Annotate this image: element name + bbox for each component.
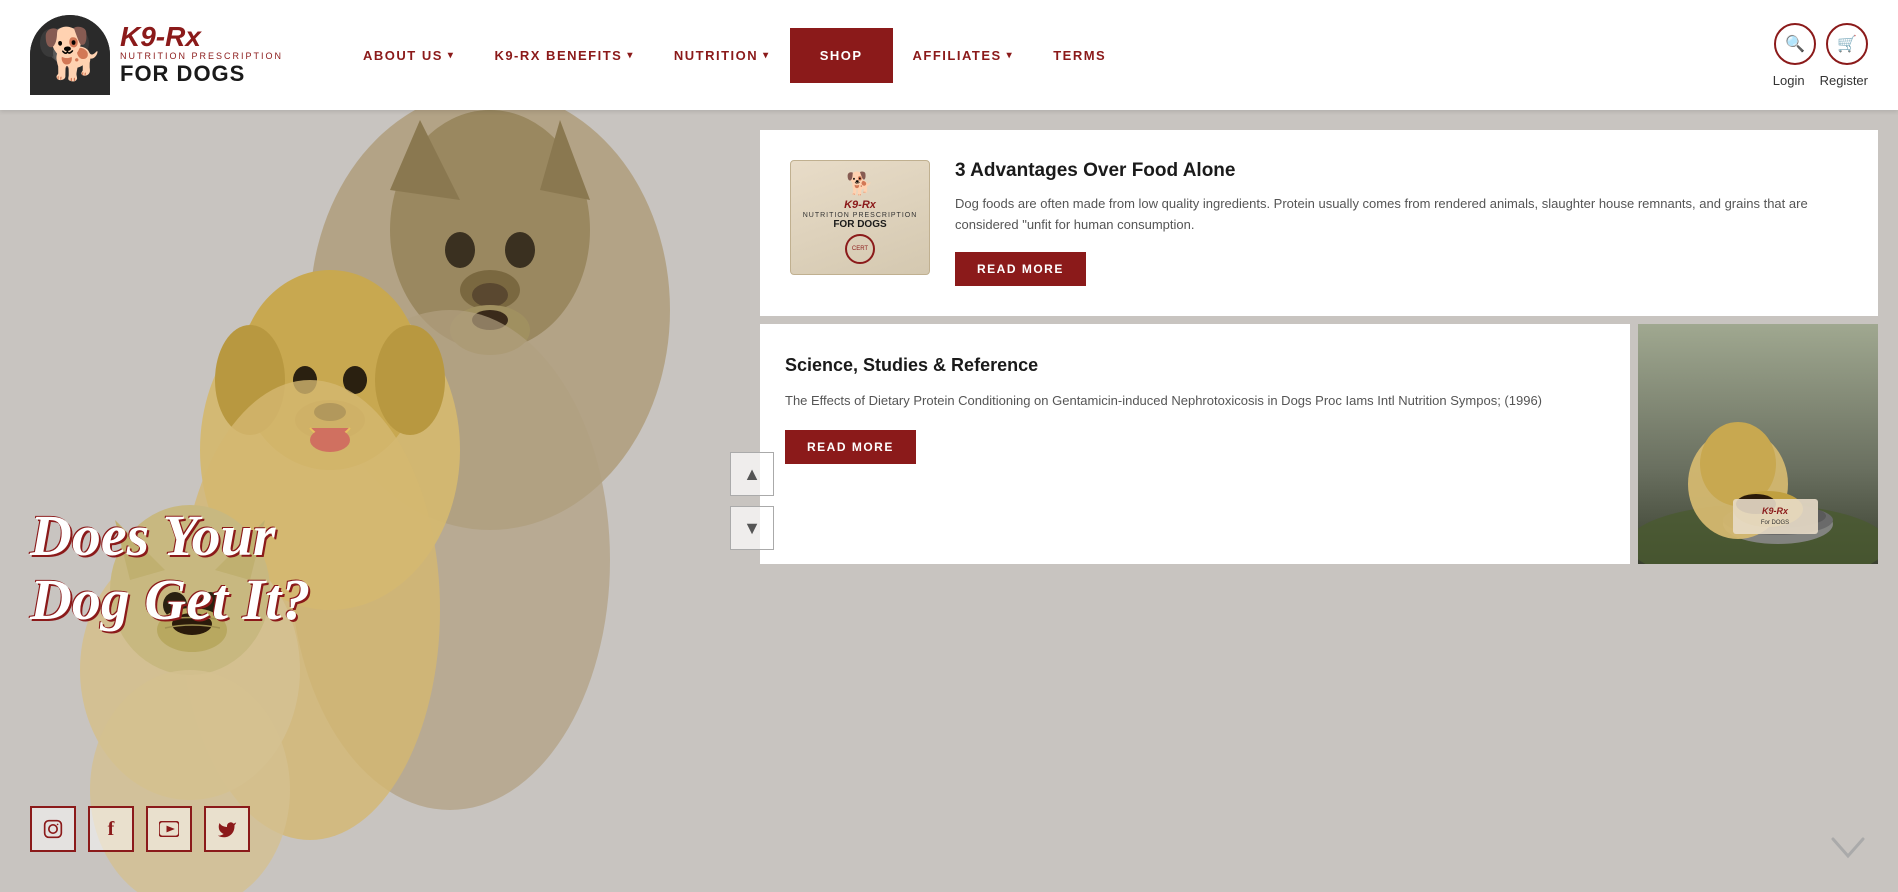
header-right: 🔍 🛒 Login Register — [1773, 23, 1868, 88]
auth-links: Login Register — [1773, 73, 1868, 88]
site-header: K9-Rx NUTRITION PRESCRIPTION FOR DOGS AB… — [0, 0, 1898, 110]
cart-icon: 🛒 — [1837, 34, 1857, 54]
register-link[interactable]: Register — [1820, 73, 1868, 88]
card-studies-title: Science, Studies & Reference — [785, 354, 1605, 377]
card-advantages-read-more[interactable]: READ MORE — [955, 252, 1086, 286]
hero-headline: Does Your Dog Get It? — [30, 504, 310, 632]
login-link[interactable]: Login — [1773, 73, 1805, 88]
logo-dog-image — [30, 15, 110, 95]
logo-k9-rx: K9-Rx — [120, 21, 201, 52]
bag-seal: CERT — [845, 234, 875, 264]
scroll-down-button[interactable] — [1828, 834, 1868, 872]
card-advantages-content: 3 Advantages Over Food Alone Dog foods a… — [955, 160, 1848, 286]
slider-controls: ▲ ▼ — [730, 452, 1888, 550]
slider-up-button[interactable]: ▲ — [730, 452, 774, 496]
logo-dog-svg — [30, 15, 110, 95]
logo[interactable]: K9-Rx NUTRITION PRESCRIPTION FOR DOGS — [30, 15, 283, 95]
nav-terms[interactable]: TERMS — [1033, 40, 1126, 71]
chevron-down-icon: ▾ — [1007, 50, 1014, 61]
cart-button[interactable]: 🛒 — [1826, 23, 1868, 65]
logo-fordogs: FOR DOGS — [120, 61, 283, 87]
chevron-down-icon: ▾ — [448, 50, 455, 61]
youtube-icon — [159, 821, 179, 837]
logo-subtitle: NUTRITION PRESCRIPTION — [120, 51, 283, 61]
red-triangle-decoration — [0, 110, 320, 490]
nav-affiliates[interactable]: AFFILIATES ▾ — [893, 40, 1034, 71]
hero-section: Does Your Dog Get It? f — [0, 110, 1898, 892]
twitter-link[interactable] — [204, 806, 250, 852]
nav-k9rx-benefits[interactable]: K9-RX BENEFITS ▾ — [474, 40, 653, 71]
card-advantages-text: Dog foods are often made from low qualit… — [955, 194, 1848, 236]
bag-k9-label: K9-Rx — [844, 199, 876, 212]
card-advantages: 🐕 K9-Rx NUTRITION PRESCRIPTION FOR DOGS … — [760, 130, 1878, 316]
instagram-link[interactable] — [30, 806, 76, 852]
instagram-icon — [43, 819, 63, 839]
youtube-link[interactable] — [146, 806, 192, 852]
nav-nutrition[interactable]: NUTRITION ▾ — [654, 40, 790, 71]
search-icon: 🔍 — [1785, 34, 1805, 54]
chevron-down-icon: ▾ — [763, 50, 770, 61]
bag-dog-icon: 🐕 — [846, 171, 873, 197]
hero-line1: Does Your — [30, 504, 310, 568]
slider-down-button[interactable]: ▼ — [730, 506, 774, 550]
facebook-link[interactable]: f — [88, 806, 134, 852]
bag-subtitle: NUTRITION PRESCRIPTION — [803, 212, 918, 219]
card-advantages-title: 3 Advantages Over Food Alone — [955, 160, 1848, 182]
hero-left: Does Your Dog Get It? f — [0, 110, 760, 892]
chevron-down-icon — [1828, 834, 1868, 864]
nav-shop[interactable]: SHOP — [790, 28, 893, 83]
twitter-icon — [217, 820, 237, 838]
hero-line2: Dog Get It? — [30, 568, 310, 632]
logo-text-block: K9-Rx NUTRITION PRESCRIPTION FOR DOGS — [120, 23, 283, 87]
main-nav: ABOUT US ▾ K9-RX BENEFITS ▾ NUTRITION ▾ … — [343, 28, 1773, 83]
chevron-down-icon: ▾ — [627, 50, 634, 61]
facebook-icon: f — [108, 818, 115, 841]
search-button[interactable]: 🔍 — [1774, 23, 1816, 65]
card-studies-text: The Effects of Dietary Protein Condition… — [785, 391, 1605, 412]
header-icons: 🔍 🛒 — [1774, 23, 1868, 65]
nav-about-us[interactable]: ABOUT US ▾ — [343, 40, 474, 71]
product-image: 🐕 K9-Rx NUTRITION PRESCRIPTION FOR DOGS … — [790, 160, 930, 275]
bag-fordogs-label: FOR DOGS — [833, 219, 886, 230]
social-icons: f — [30, 806, 250, 852]
